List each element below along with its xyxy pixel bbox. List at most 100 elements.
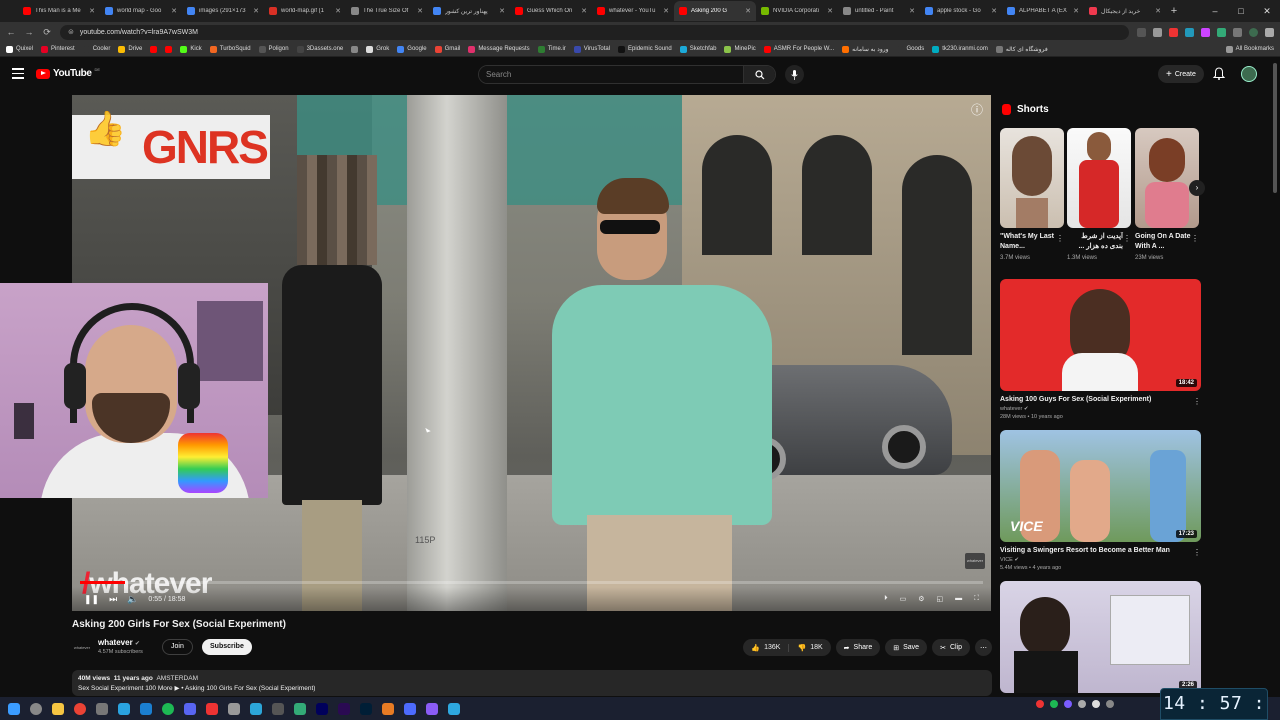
subtitles-icon[interactable]: ▭ <box>900 595 907 603</box>
spotify-icon[interactable] <box>162 702 174 715</box>
telegram-icon[interactable] <box>118 702 130 715</box>
steam-icon[interactable] <box>140 702 152 715</box>
bookmark-item[interactable]: Cooler <box>82 45 110 53</box>
related-thumbnail[interactable]: 2:26 <box>1000 581 1201 693</box>
taskbar-app-icon[interactable] <box>426 702 438 715</box>
related-channel[interactable]: whatever ✔ <box>1000 406 1201 412</box>
bookmark-item[interactable]: Drive <box>118 45 142 53</box>
tab-close-icon[interactable]: ✕ <box>745 7 751 15</box>
browser-tab[interactable]: whatever - YouTu ✕ <box>592 1 674 21</box>
more-actions-button[interactable]: ⋯ <box>975 639 992 656</box>
browser-tab[interactable]: The True Size Of ✕ <box>346 1 428 21</box>
install-app-icon[interactable] <box>1137 27 1146 37</box>
taskbar-app-icon[interactable] <box>250 702 262 715</box>
short-title[interactable]: آپدیت از شرط بندی ده هزار ... <box>1067 232 1131 252</box>
windows-start-icon[interactable] <box>8 702 20 715</box>
extension-icon[interactable] <box>1185 27 1194 37</box>
taskbar-search-icon[interactable] <box>30 702 42 715</box>
related-title[interactable]: Visiting a Swingers Resort to Become a B… <box>1000 547 1201 554</box>
bookmark-item[interactable]: Message Requests <box>468 45 530 53</box>
browser-tab[interactable]: Asking 200 G ✕ <box>674 1 756 21</box>
youtube-logo[interactable]: YouTube DE <box>36 67 100 79</box>
tab-close-icon[interactable]: ✕ <box>581 7 587 15</box>
channel-avatar[interactable]: whatever <box>72 640 92 656</box>
extension-icon[interactable] <box>1217 27 1226 37</box>
notifications-bell-icon[interactable] <box>1212 67 1226 81</box>
browser-tab[interactable]: untitled - Paint ✕ <box>838 1 920 21</box>
browser-tab[interactable]: This Man is a Me ✕ <box>18 1 100 21</box>
tab-close-icon[interactable]: ✕ <box>171 7 177 15</box>
tab-close-icon[interactable]: ✕ <box>335 7 341 15</box>
bookmark-item[interactable] <box>165 45 173 53</box>
bookmark-item[interactable]: VirusTotal <box>573 45 610 53</box>
tab-close-icon[interactable]: ✕ <box>417 7 423 15</box>
taskbar-app-icon[interactable] <box>228 702 240 715</box>
short-thumbnail[interactable] <box>1135 128 1199 228</box>
tray-icon[interactable] <box>1050 700 1058 708</box>
theater-mode-icon[interactable]: ▬ <box>955 595 962 603</box>
browser-tab[interactable]: ALPHABET A (EX ✕ <box>1002 1 1084 21</box>
related-thumbnail[interactable]: 18:42 <box>1000 279 1201 391</box>
profile-avatar-icon[interactable] <box>1249 27 1258 37</box>
tab-close-icon[interactable]: ✕ <box>827 7 833 15</box>
dislike-button[interactable]: 👎 18K <box>789 644 830 652</box>
related-video-item[interactable]: 2:26 <box>1000 581 1201 693</box>
pause-icon[interactable]: ❚❚ <box>84 594 99 605</box>
back-icon[interactable]: ← <box>6 27 16 37</box>
blender-icon[interactable] <box>382 702 394 715</box>
all-bookmarks-button[interactable]: All Bookmarks <box>1225 45 1274 53</box>
channel-name-link[interactable]: whatever ✔ <box>98 638 140 647</box>
bookmark-item[interactable]: Kick <box>180 45 202 53</box>
shorts-next-arrow-icon[interactable]: › <box>1189 180 1205 196</box>
subscribe-button[interactable]: Subscribe <box>202 639 252 655</box>
photoshop-icon[interactable] <box>360 702 372 715</box>
bookmark-item[interactable]: Google <box>397 45 427 53</box>
more-vert-icon[interactable]: ⋮ <box>1193 548 1201 557</box>
tray-icon[interactable] <box>1078 700 1086 708</box>
short-item[interactable]: "What's My Last Name... 3.7M views ⋮ <box>1000 128 1064 261</box>
clip-button[interactable]: ✂ Clip <box>932 639 970 656</box>
site-info-icon[interactable]: ⊜ <box>68 28 74 36</box>
playlist-link[interactable]: Sex Social Experiment 100 More ▶ <box>78 685 179 692</box>
tray-icon[interactable] <box>1036 700 1044 708</box>
short-title[interactable]: "What's My Last Name... <box>1000 232 1064 252</box>
related-thumbnail[interactable]: VICE 17:23 <box>1000 430 1201 542</box>
extensions-puzzle-icon[interactable] <box>1233 27 1242 37</box>
browser-tab[interactable]: world map - Goo ✕ <box>100 1 182 21</box>
more-vert-icon[interactable]: ⋮ <box>1191 234 1199 243</box>
bookmark-item[interactable]: Gmail <box>434 45 460 53</box>
tab-close-icon[interactable]: ✕ <box>991 7 997 15</box>
settings-icon[interactable]: ⚙ <box>918 595 924 603</box>
browser-tab[interactable]: پهناور ترین کشور ✕ <box>428 1 510 21</box>
bookmark-item[interactable] <box>351 45 359 53</box>
taskbar-app-icon[interactable] <box>96 702 108 715</box>
taskbar-app-icon[interactable] <box>448 702 460 715</box>
like-button[interactable]: 👍 136K <box>743 643 790 652</box>
page-scrollbar[interactable] <box>1272 57 1278 697</box>
tray-icon[interactable] <box>1106 700 1114 708</box>
tab-close-icon[interactable]: ✕ <box>89 7 95 15</box>
new-tab-button[interactable]: + <box>1166 5 1182 17</box>
bookmark-item[interactable]: tk230.iranmi.com <box>932 45 988 53</box>
maximize-button[interactable]: □ <box>1228 0 1254 22</box>
forward-icon[interactable]: → <box>24 27 34 37</box>
share-button[interactable]: ➦ Share <box>835 639 881 656</box>
short-item[interactable]: آپدیت از شرط بندی ده هزار ... 1.3M views… <box>1067 128 1131 261</box>
tab-close-icon[interactable]: ✕ <box>253 7 259 15</box>
autoplay-toggle[interactable]: ⏵ <box>884 595 888 603</box>
search-button[interactable] <box>743 66 775 83</box>
bookmark-item[interactable]: Sketchfab <box>679 45 716 53</box>
guide-menu-icon[interactable] <box>12 68 24 79</box>
tab-close-icon[interactable]: ✕ <box>663 7 669 15</box>
star-bookmark-icon[interactable] <box>1153 27 1162 37</box>
browser-tab[interactable]: apple stock - Go ✕ <box>920 1 1002 21</box>
miniplayer-icon[interactable]: ◱ <box>936 595 943 603</box>
extension-icon[interactable] <box>1169 27 1178 37</box>
bookmark-item[interactable]: 3Dassets.one <box>296 45 343 53</box>
create-button[interactable]: + Create <box>1158 65 1204 83</box>
tab-close-icon[interactable]: ✕ <box>1155 7 1161 15</box>
reload-icon[interactable]: ⟳ <box>42 27 52 38</box>
url-omnibox[interactable]: ⊜ youtube.com/watch?v=lra9A7wSW3M <box>60 24 1129 40</box>
premiere-icon[interactable] <box>338 702 350 715</box>
more-vert-icon[interactable]: ⋮ <box>1193 397 1201 406</box>
